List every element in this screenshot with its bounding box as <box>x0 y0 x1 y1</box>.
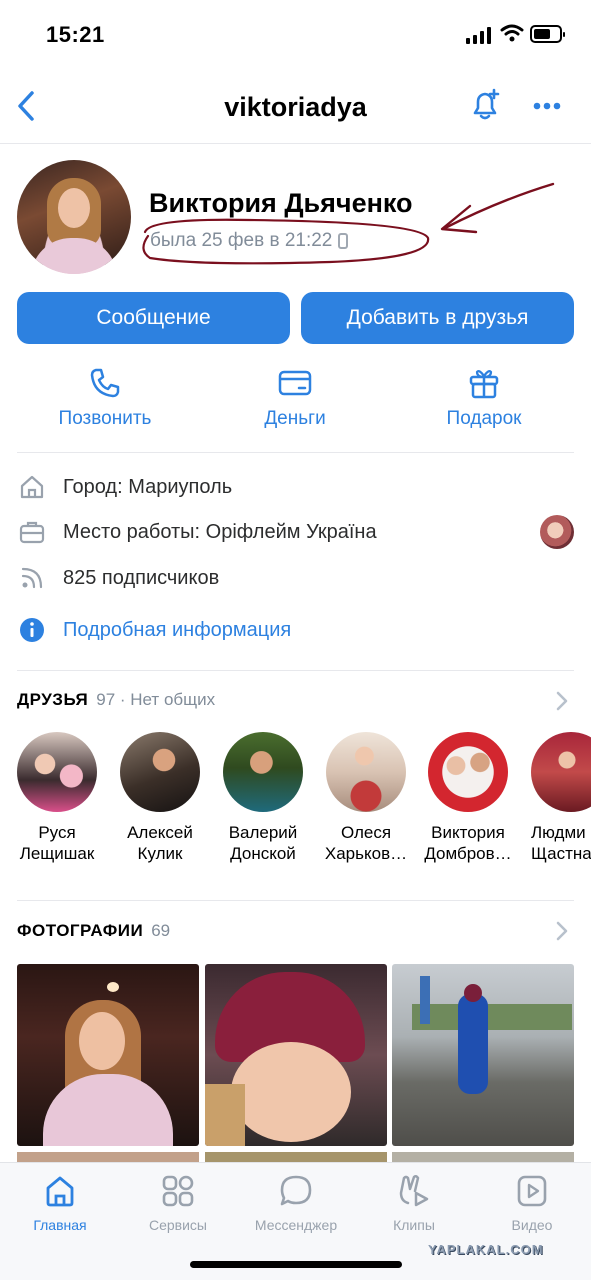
friend-first-name: Олеся <box>340 823 392 842</box>
tab-clips[interactable]: Клипы <box>359 1173 469 1233</box>
friend-avatar <box>17 732 97 812</box>
info-details-link[interactable]: Подробная информация <box>17 610 577 650</box>
profile-avatar[interactable] <box>17 160 131 274</box>
info-followers[interactable]: 825 подписчиков <box>17 558 577 598</box>
profile-name: Виктория Дьяченко <box>149 188 413 218</box>
chevron-right-icon[interactable] <box>554 920 570 942</box>
friend-card[interactable]: Виктория Домбров… <box>418 732 518 864</box>
photo-thumbnail[interactable] <box>392 964 574 1146</box>
last-seen-text: была 25 фев в 21:22 <box>150 230 333 251</box>
tab-messenger[interactable]: Мессенджер <box>241 1173 351 1233</box>
home-indicator[interactable] <box>190 1261 402 1268</box>
friend-avatar <box>326 732 406 812</box>
page-title: viktoriadya <box>224 92 367 122</box>
friend-card[interactable]: Руся Лещишак <box>7 732 107 864</box>
friend-last-name: Щастна <box>531 844 591 863</box>
add-friend-button[interactable]: Добавить в друзья <box>301 292 574 344</box>
work-text: Место работы: Оріфлейм Україна <box>63 520 377 543</box>
message-button[interactable]: Сообщение <box>17 292 290 344</box>
services-icon <box>162 1175 194 1207</box>
friend-last-name: Кулик <box>137 844 183 863</box>
friend-first-name: Алексей <box>127 823 193 842</box>
friend-first-name: Руся <box>38 823 76 842</box>
chevron-right-icon[interactable] <box>554 690 570 712</box>
tab-services[interactable]: Сервисы <box>123 1173 233 1233</box>
gift-action[interactable]: Подарок <box>409 366 559 430</box>
home-icon <box>46 1176 74 1207</box>
messenger-icon <box>280 1175 312 1206</box>
tab-home[interactable]: Главная <box>5 1173 115 1233</box>
photo-thumbnail[interactable] <box>205 964 387 1146</box>
divider <box>17 900 574 901</box>
friend-last-name: Домбров… <box>424 844 512 863</box>
friend-last-name: Лещишак <box>19 844 95 863</box>
cellular-signal-icon <box>466 26 491 44</box>
watermark: YAPLAKAL.COM <box>428 1242 544 1257</box>
nav-bar: viktoriadya <box>0 70 591 144</box>
money-label: Деньги <box>264 408 326 429</box>
friend-avatar <box>223 732 303 812</box>
info-city: Город: Мариуполь <box>17 467 577 507</box>
tab-clips-label: Клипы <box>393 1217 435 1233</box>
info-work[interactable]: Место работы: Оріфлейм Україна <box>17 512 577 552</box>
friends-count: 97 · Нет общих <box>96 690 216 709</box>
friend-avatar <box>120 732 200 812</box>
tab-home-label: Главная <box>33 1217 87 1233</box>
bell-plus-icon[interactable] <box>468 88 502 122</box>
friend-first-name: Людми <box>531 823 586 842</box>
friends-title: ДРУЗЬЯ <box>17 690 89 709</box>
photo-thumbnail[interactable] <box>17 964 199 1146</box>
more-icon[interactable] <box>532 94 562 118</box>
divider <box>17 452 574 453</box>
friend-avatar <box>428 732 508 812</box>
briefcase-icon <box>19 521 45 544</box>
rss-icon <box>21 567 43 589</box>
work-avatar[interactable] <box>540 515 574 549</box>
city-text: Город: Мариуполь <box>63 475 233 498</box>
friends-header[interactable]: ДРУЗЬЯ 97 · Нет общих <box>17 690 215 710</box>
followers-text: 825 подписчиков <box>63 566 220 589</box>
friend-card[interactable]: Людми Щастна <box>521 732 591 864</box>
video-icon <box>517 1175 547 1207</box>
tab-video-label: Видео <box>511 1217 553 1233</box>
card-icon <box>278 370 312 396</box>
details-text: Подробная информация <box>63 618 292 641</box>
status-time: 15:21 <box>46 22 105 47</box>
friend-card[interactable]: Олеся Харьков… <box>316 732 416 864</box>
money-action[interactable]: Деньги <box>220 366 370 430</box>
friend-card[interactable]: Валерий Донской <box>213 732 313 864</box>
home-outline-icon <box>20 475 44 499</box>
friend-first-name: Виктория <box>431 823 505 842</box>
tab-video[interactable]: Видео <box>477 1173 587 1233</box>
call-action[interactable]: Позвонить <box>30 366 180 430</box>
wifi-icon <box>500 24 524 42</box>
phone-icon <box>90 368 120 398</box>
friend-last-name: Донской <box>230 844 296 863</box>
friend-last-name: Харьков… <box>324 844 408 863</box>
tab-messenger-label: Мессенджер <box>254 1217 338 1233</box>
photos-header[interactable]: ФОТОГРАФИИ 69 <box>17 921 170 941</box>
last-seen-status: была 25 фев в 21:22 <box>150 230 349 252</box>
friend-avatar <box>531 732 591 812</box>
info-icon <box>20 618 44 642</box>
mobile-device-icon <box>338 233 349 249</box>
call-label: Позвонить <box>58 408 152 429</box>
friend-first-name: Валерий <box>228 823 298 842</box>
divider <box>17 670 574 671</box>
status-bar: 15:21 <box>0 0 591 70</box>
photos-title: ФОТОГРАФИИ <box>17 921 144 940</box>
gift-label: Подарок <box>446 408 522 429</box>
friend-card[interactable]: Алексей Кулик <box>110 732 210 864</box>
gift-icon <box>469 370 499 399</box>
photos-count: 69 <box>151 921 171 940</box>
tab-services-label: Сервисы <box>148 1217 207 1233</box>
clips-icon <box>399 1174 429 1207</box>
battery-icon <box>530 25 565 43</box>
